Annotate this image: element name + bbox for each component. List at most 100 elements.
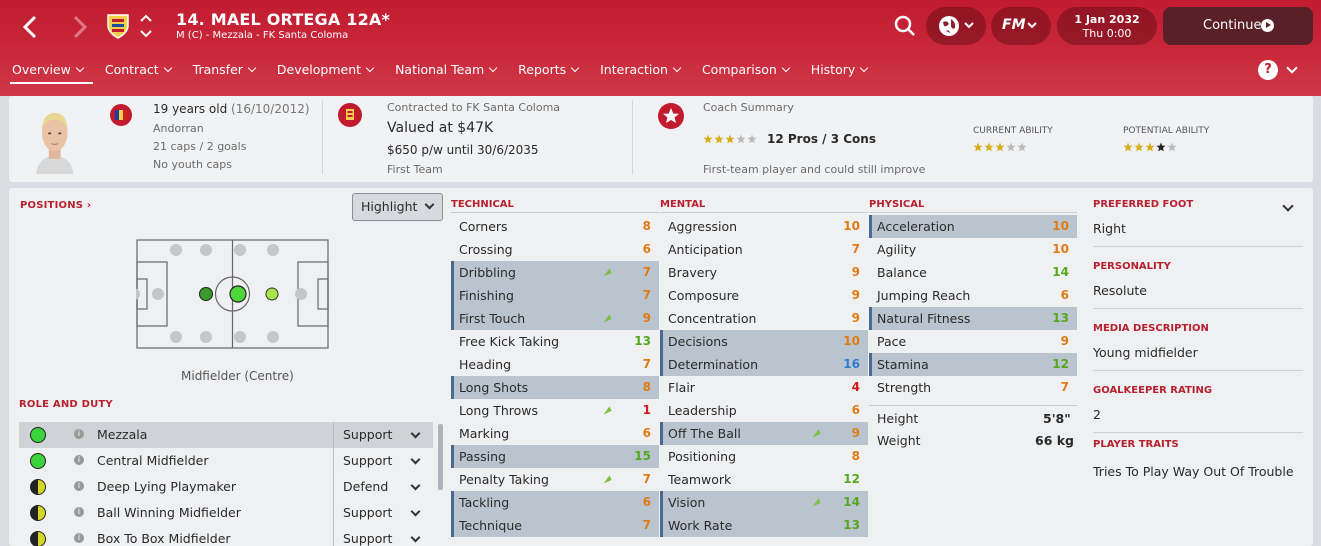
tab-bar: Overview Contract Transfer Development Natio… [10, 62, 889, 84]
positions-link[interactable]: POSITIONS › [20, 200, 91, 211]
attribute-row[interactable]: Free Kick Taking 13 [451, 330, 659, 353]
attribute-row[interactable]: Bravery 9 [660, 261, 868, 284]
nation-flag-icon[interactable] [110, 104, 132, 126]
attribute-row[interactable]: Long Shots 8 [451, 376, 659, 399]
chevron-down-icon [410, 532, 421, 543]
coach-star-icon [658, 103, 684, 129]
tab-national-team[interactable]: National Team [395, 62, 508, 84]
role-row[interactable]: i Central Midfielder Support [19, 448, 433, 474]
tab-comparison[interactable]: Comparison [702, 62, 801, 84]
chevron-down-icon [424, 199, 435, 210]
role-list-scrollbar[interactable] [438, 424, 443, 490]
attribute-row[interactable]: Long Throws 1 [451, 399, 659, 422]
attribute-row[interactable]: Work Rate 13 [660, 514, 868, 537]
info-icon[interactable]: i [74, 429, 84, 439]
info-icon[interactable]: i [74, 533, 84, 543]
attribute-row[interactable]: Positioning 8 [660, 445, 868, 468]
attribute-name: Passing [459, 449, 506, 464]
role-row[interactable]: i Mezzala Support [19, 422, 433, 448]
tab-reports[interactable]: Reports [518, 62, 590, 84]
attribute-row[interactable]: Jumping Reach 6 [869, 284, 1077, 307]
star-icon [984, 142, 994, 152]
tab-history[interactable]: History [811, 62, 879, 84]
tab-interaction[interactable]: Interaction [600, 62, 692, 84]
role-row[interactable]: i Ball Winning Midfielder Support [19, 500, 433, 526]
attribute-value: 9 [851, 426, 860, 440]
star-icon [1145, 142, 1155, 152]
fm-menu-button[interactable]: FM [991, 7, 1051, 45]
highlight-dropdown[interactable]: Highlight [352, 193, 443, 221]
help-icon[interactable]: ? [1258, 60, 1278, 80]
duty-dropdown[interactable]: Support [333, 526, 433, 546]
club-crest-icon[interactable] [104, 12, 132, 40]
attribute-row[interactable]: Stamina 12 [869, 353, 1077, 376]
role-row[interactable]: i Box To Box Midfielder Support [19, 526, 433, 546]
attribute-row[interactable]: Penalty Taking 7 [451, 468, 659, 491]
divider [869, 405, 1077, 406]
attribute-row[interactable]: Corners 8 [451, 215, 659, 238]
world-menu-button[interactable] [926, 7, 986, 45]
tab-transfer[interactable]: Transfer [193, 62, 267, 84]
attribute-row[interactable]: Crossing 6 [451, 238, 659, 261]
attribute-row[interactable]: Acceleration 10 [869, 215, 1077, 238]
attribute-row[interactable]: Leadership 6 [660, 399, 868, 422]
attribute-value: 1 [642, 403, 651, 417]
attribute-name: Acceleration [877, 219, 955, 234]
role-suitability-icon [30, 427, 46, 443]
attribute-row[interactable]: Off The Ball 9 [660, 422, 868, 445]
attribute-name: Work Rate [668, 518, 733, 533]
progress-arrow-icon [601, 475, 612, 484]
attribute-row[interactable]: Finishing 7 [451, 284, 659, 307]
duty-dropdown[interactable]: Support [333, 500, 433, 526]
attribute-row[interactable]: Composure 9 [660, 284, 868, 307]
duty-dropdown[interactable]: Defend [333, 474, 433, 500]
attribute-value: 7 [642, 472, 651, 486]
attribute-row[interactable]: Determination 16 [660, 353, 868, 376]
attribute-value: 7 [642, 288, 651, 302]
attribute-row[interactable]: Agility 10 [869, 238, 1077, 261]
attribute-value: 10 [843, 334, 860, 348]
attribute-name: Corners [459, 219, 508, 234]
back-arrow-icon[interactable] [18, 14, 44, 40]
chevron-down-icon [410, 454, 421, 465]
attribute-row[interactable]: Natural Fitness 13 [869, 307, 1077, 330]
attribute-row[interactable]: Dribbling 7 [451, 261, 659, 284]
date-display[interactable]: 1 Jan 2032 Thu 0:00 [1057, 7, 1157, 45]
info-icon[interactable]: i [74, 507, 84, 517]
attribute-name: Long Throws [459, 403, 539, 418]
date-line: 1 Jan 2032 [1074, 13, 1140, 26]
attribute-row[interactable]: Heading 7 [451, 353, 659, 376]
up-down-chevrons-icon[interactable] [139, 12, 153, 40]
search-icon[interactable] [893, 14, 917, 38]
progress-arrow-icon [601, 406, 612, 415]
attribute-row[interactable]: Concentration 9 [660, 307, 868, 330]
pitch-diagram[interactable] [128, 239, 329, 349]
info-icon[interactable]: i [74, 481, 84, 491]
attribute-row[interactable]: Anticipation 7 [660, 238, 868, 261]
continue-button[interactable]: Continue [1163, 7, 1313, 45]
attribute-row[interactable]: Teamwork 12 [660, 468, 868, 491]
attribute-row[interactable]: Passing 15 [451, 445, 659, 468]
info-icon[interactable]: i [74, 455, 84, 465]
attribute-row[interactable]: First Touch 9 [451, 307, 659, 330]
tab-development[interactable]: Development [277, 62, 385, 84]
attribute-row[interactable]: Flair 4 [660, 376, 868, 399]
attribute-row[interactable]: Aggression 10 [660, 215, 868, 238]
attribute-row[interactable]: Strength 7 [869, 376, 1077, 399]
attribute-row[interactable]: Marking 6 [451, 422, 659, 445]
duty-dropdown[interactable]: Support [333, 448, 433, 474]
tab-contract[interactable]: Contract [105, 62, 183, 84]
attribute-row[interactable]: Balance 14 [869, 261, 1077, 284]
attribute-value: 7 [642, 265, 651, 279]
tab-overview[interactable]: Overview [10, 62, 95, 84]
role-row[interactable]: i Deep Lying Playmaker Defend [19, 474, 433, 500]
attribute-value: 8 [642, 219, 651, 233]
duty-dropdown[interactable]: Support [333, 422, 433, 448]
pros-cons[interactable]: 12 Pros / 3 Cons [767, 132, 876, 146]
attribute-row[interactable]: Tackling 6 [451, 491, 659, 514]
attribute-row[interactable]: Pace 9 [869, 330, 1077, 353]
attribute-row[interactable]: Technique 7 [451, 514, 659, 537]
attribute-row[interactable]: Decisions 10 [660, 330, 868, 353]
forward-arrow-icon[interactable] [66, 14, 92, 40]
attribute-row[interactable]: Vision 14 [660, 491, 868, 514]
